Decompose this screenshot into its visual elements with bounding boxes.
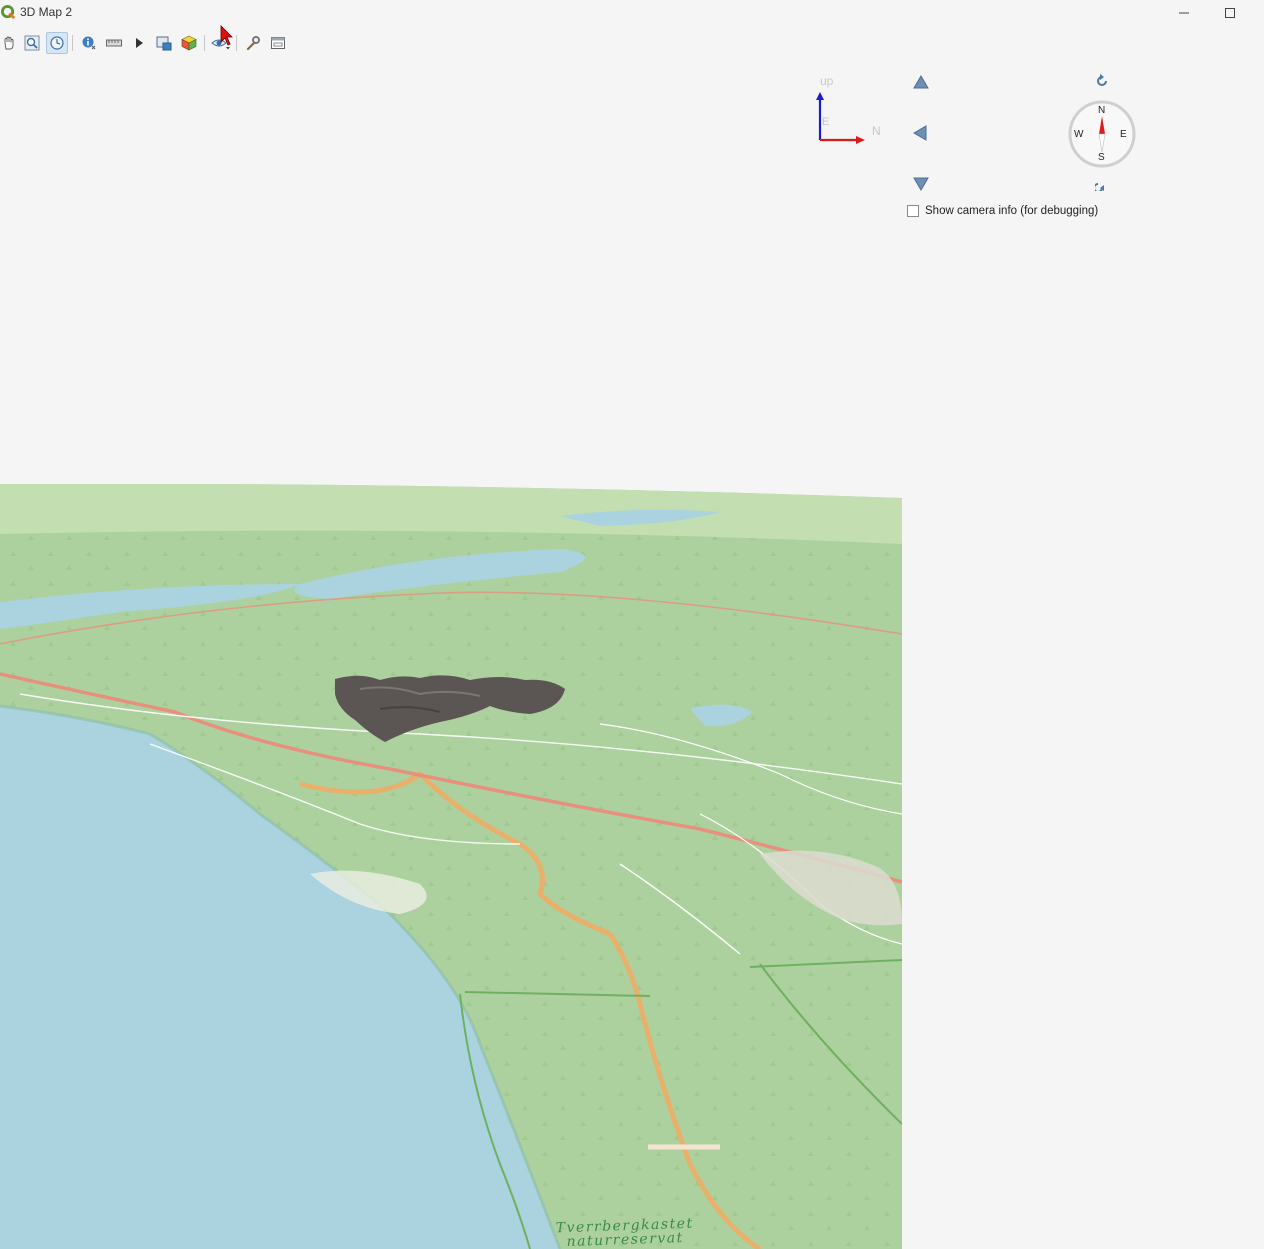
dock-window-button[interactable] [267,32,289,54]
map-3d-toolbar [0,30,300,56]
camera-info-toggle[interactable]: Show camera info (for debugging) [907,205,1098,217]
zoom-full-button[interactable] [21,32,43,54]
configure-button[interactable] [242,32,264,54]
place-label-line-2: naturreservat [566,1229,685,1249]
arrow-left-icon[interactable] [913,125,927,141]
save-image-button[interactable] [153,32,175,54]
ruler-icon [106,39,122,47]
maximize-button[interactable] [1207,0,1253,26]
compass-widget: N S E W [1064,70,1144,195]
wrench-icon [246,36,260,51]
title-bar: 3D Map 2 [0,0,1264,26]
axis-north-label: N [872,124,881,138]
export-3d-button[interactable] [178,32,200,54]
axis-up-label: up [820,74,834,88]
maximize-icon [1225,8,1235,18]
mouse-cursor-icon [220,25,233,46]
minimize-icon [1179,12,1189,14]
qgis-logo-icon [1,5,16,20]
camera-navigation [905,70,935,195]
dock-icon [271,37,285,49]
rotate-cw-icon[interactable] [1095,177,1109,191]
camera-info-label: Show camera info (for debugging) [925,205,1099,217]
arrow-down-icon[interactable] [913,177,929,191]
axis-east-label: E [822,116,830,128]
animation-button[interactable] [128,32,150,54]
rotate-ccw-icon[interactable] [1095,74,1109,88]
save-image-icon [156,36,172,51]
toolbar-separator [236,35,237,51]
terrain-map-view [0,484,902,1249]
camera-info-checkbox[interactable] [907,205,919,217]
play-icon [136,38,143,48]
compass-east-label: E [1120,129,1127,140]
camera-orbit-icon [50,36,64,50]
compass-west-label: W [1074,129,1084,140]
identify-icon [82,36,96,50]
cube-icon [181,35,197,51]
axis-orientation-widget: up E N [808,72,888,152]
camera-control-button[interactable] [46,32,68,54]
zoom-full-icon [24,35,40,51]
map-place-label: Tverrbergkastet naturreservat [556,1216,695,1249]
window-title: 3D Map 2 [20,5,73,19]
arrow-up-icon[interactable] [913,75,929,89]
minimize-button[interactable] [1161,0,1207,26]
map-3d-canvas[interactable]: Tverrbergkastet naturreservat [0,484,902,1249]
measure-button[interactable] [103,32,125,54]
compass-north-label: N [1098,105,1106,116]
toolbar-separator [72,35,73,51]
compass-south-label: S [1098,152,1105,163]
toolbar-separator [204,35,205,51]
hand-icon [4,36,14,50]
pan-tool-button[interactable] [0,32,20,54]
identify-button[interactable] [78,32,100,54]
